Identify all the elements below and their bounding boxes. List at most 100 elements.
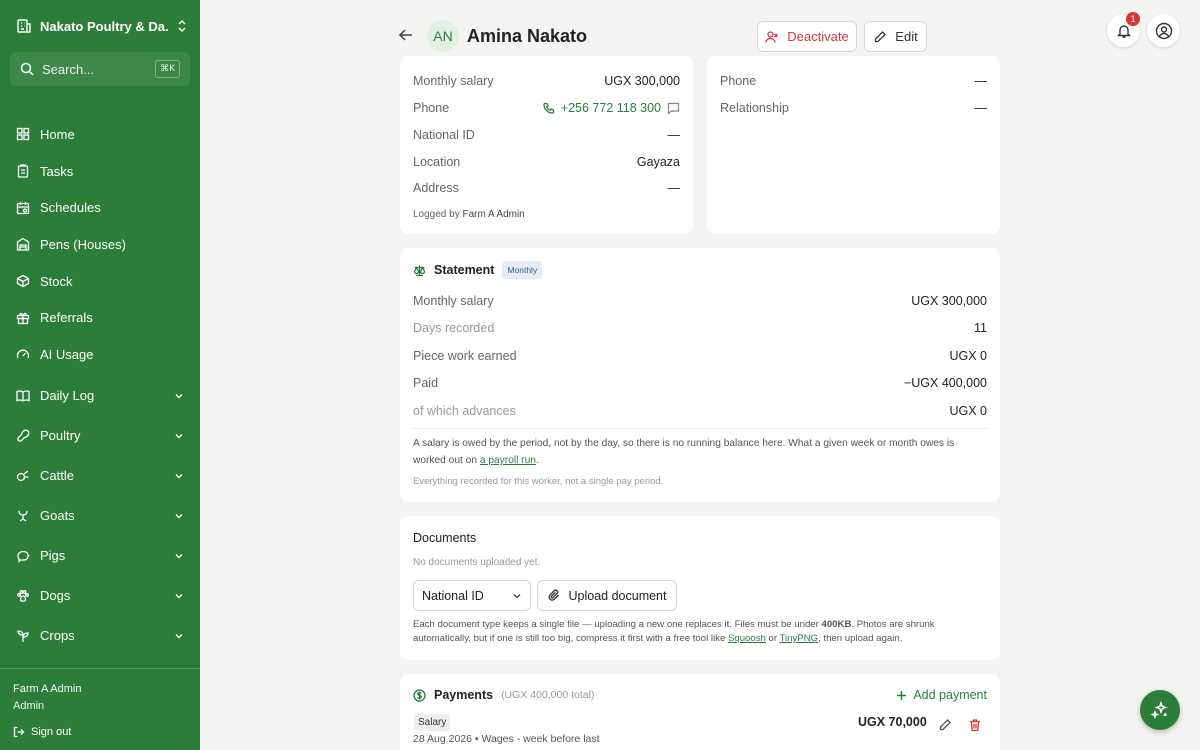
detail-label: Address [413,181,459,195]
kin-value: — [974,101,988,115]
kin-row-relationship: Relationship — [720,101,987,115]
squoosh-link[interactable]: Squoosh [728,633,766,644]
sidebar-item-ai-usage[interactable]: AI Usage [0,336,200,373]
user-role: Admin [13,700,45,712]
phone-link[interactable]: +256 772 118 300 [561,101,661,115]
statement-footnote: Everything recorded for this worker, not… [413,476,664,487]
statement-value: UGX 0 [949,349,987,363]
sidebar-nav: Home Tasks Schedules Pens (Houses) Stock… [0,116,200,656]
sidebar-item-label: Pens (Houses) [40,236,126,252]
paperclip-icon [548,589,559,601]
sidebar-group-cattle[interactable]: Cattle [0,456,200,496]
chevron-down-icon [175,633,183,639]
size-limit: 400KB [821,619,852,630]
edit-payment-icon[interactable] [938,718,952,732]
avatar: AN [427,20,459,52]
period-tag: Monthly [502,261,543,279]
sidebar-item-schedules[interactable]: Schedules [0,189,200,226]
calendar-icon [16,201,30,214]
farm-name: Nakato Poultry & Da... [40,18,168,34]
sidebar-group-pigs[interactable]: Pigs [0,536,200,576]
clipboard-icon [17,164,29,178]
note-text: . [535,455,539,466]
pig-icon [17,550,30,563]
sidebar-group-label: Dogs [40,588,71,604]
farm-switcher[interactable]: Nakato Poultry & Da... [12,12,188,40]
paw-icon [17,589,29,602]
divider [413,428,987,429]
tinypng-link[interactable]: TinyPNG [780,633,819,644]
search-icon [20,62,34,76]
chevron-down-icon [175,553,183,559]
plus-icon [897,690,907,700]
sidebar-item-pens[interactable]: Pens (Houses) [0,226,200,263]
payments-card: Payments (UGX 400,000 total) Add payment… [400,674,1000,750]
account-button[interactable] [1147,14,1180,47]
edit-button[interactable]: Edit [864,21,927,52]
sidebar-group-daily-log[interactable]: Daily Log [0,376,200,416]
sidebar-group-label: Daily Log [40,388,95,404]
documents-note: Each document type keeps a single file —… [413,618,987,646]
ai-assistant-button[interactable] [1140,690,1180,730]
delete-payment-icon[interactable] [968,718,982,732]
building-icon [17,19,31,33]
sidebar-item-label: Schedules [40,200,101,216]
logged-by-prefix: Logged by [413,209,460,220]
chevron-down-icon [175,433,183,439]
logged-by-user: Farm A Admin [462,209,525,220]
add-payment-button[interactable]: Add payment [896,688,987,702]
sidebar: Nakato Poultry & Da... Search... ⌘K Home… [0,0,200,750]
payroll-run-link[interactable]: a payroll run [480,455,536,466]
sidebar-item-label: AI Usage [40,346,94,362]
goat-icon [18,510,28,522]
note-text: , then upload again. [818,633,903,644]
detail-row-phone: Phone +256 772 118 300 [413,101,680,115]
deactivate-label: Deactivate [787,29,849,44]
statement-label: of which advances [413,404,516,418]
sidebar-group-dogs[interactable]: Dogs [0,576,200,616]
details-card: Monthly salary UGX 300,000 Phone +256 77… [400,56,693,234]
deactivate-button[interactable]: Deactivate [757,21,857,52]
kin-label: Phone [720,74,757,88]
detail-value: — [667,181,681,195]
back-arrow-icon[interactable] [398,27,414,43]
detail-label: Phone [413,101,450,115]
sidebar-item-label: Stock [40,273,73,289]
edit-label: Edit [895,29,918,44]
sidebar-group-goats[interactable]: Goats [0,496,200,536]
user-x-icon [765,30,779,43]
sidebar-item-stock[interactable]: Stock [0,263,200,300]
search-shortcut: ⌘K [155,60,180,78]
documents-empty: No documents uploaded yet. [413,557,541,568]
home-icon [16,128,30,141]
payments-title: Payments [434,688,494,702]
payments-header: Payments (UGX 400,000 total) [413,688,594,702]
sign-out-label: Sign out [31,726,72,738]
phone-icon [543,102,554,114]
scale-icon [413,265,426,276]
phone-value-group: +256 772 118 300 [543,101,680,115]
sign-out-button[interactable]: Sign out [13,726,187,738]
sidebar-group-poultry[interactable]: Poultry [0,416,200,456]
kin-row-phone: Phone — [720,74,987,88]
search-input[interactable]: Search... ⌘K [10,52,190,86]
sidebar-group-crops[interactable]: Crops [0,616,200,656]
page-header: AN Amina Nakato Deactivate Edit 1 [200,0,1200,64]
sidebar-item-label: Referrals [40,310,93,326]
upload-document-button[interactable]: Upload document [537,580,677,611]
message-icon[interactable] [667,102,680,115]
detail-row-address: Address — [413,181,680,195]
drumstick-icon [17,429,30,442]
statement-row-advances: of which advances UGX 0 [413,404,987,418]
document-type-select[interactable]: National ID [413,580,531,611]
box-icon [16,274,30,288]
detail-row-national-id: National ID — [413,128,680,142]
sidebar-item-tasks[interactable]: Tasks [0,153,200,190]
statement-value: UGX 300,000 [911,294,987,308]
dollar-circle-icon [413,688,426,702]
sidebar-item-label: Home [40,126,75,142]
sidebar-item-referrals[interactable]: Referrals [0,299,200,336]
documents-title: Documents [413,531,477,545]
logout-icon [13,726,25,738]
sidebar-item-home[interactable]: Home [0,116,200,153]
